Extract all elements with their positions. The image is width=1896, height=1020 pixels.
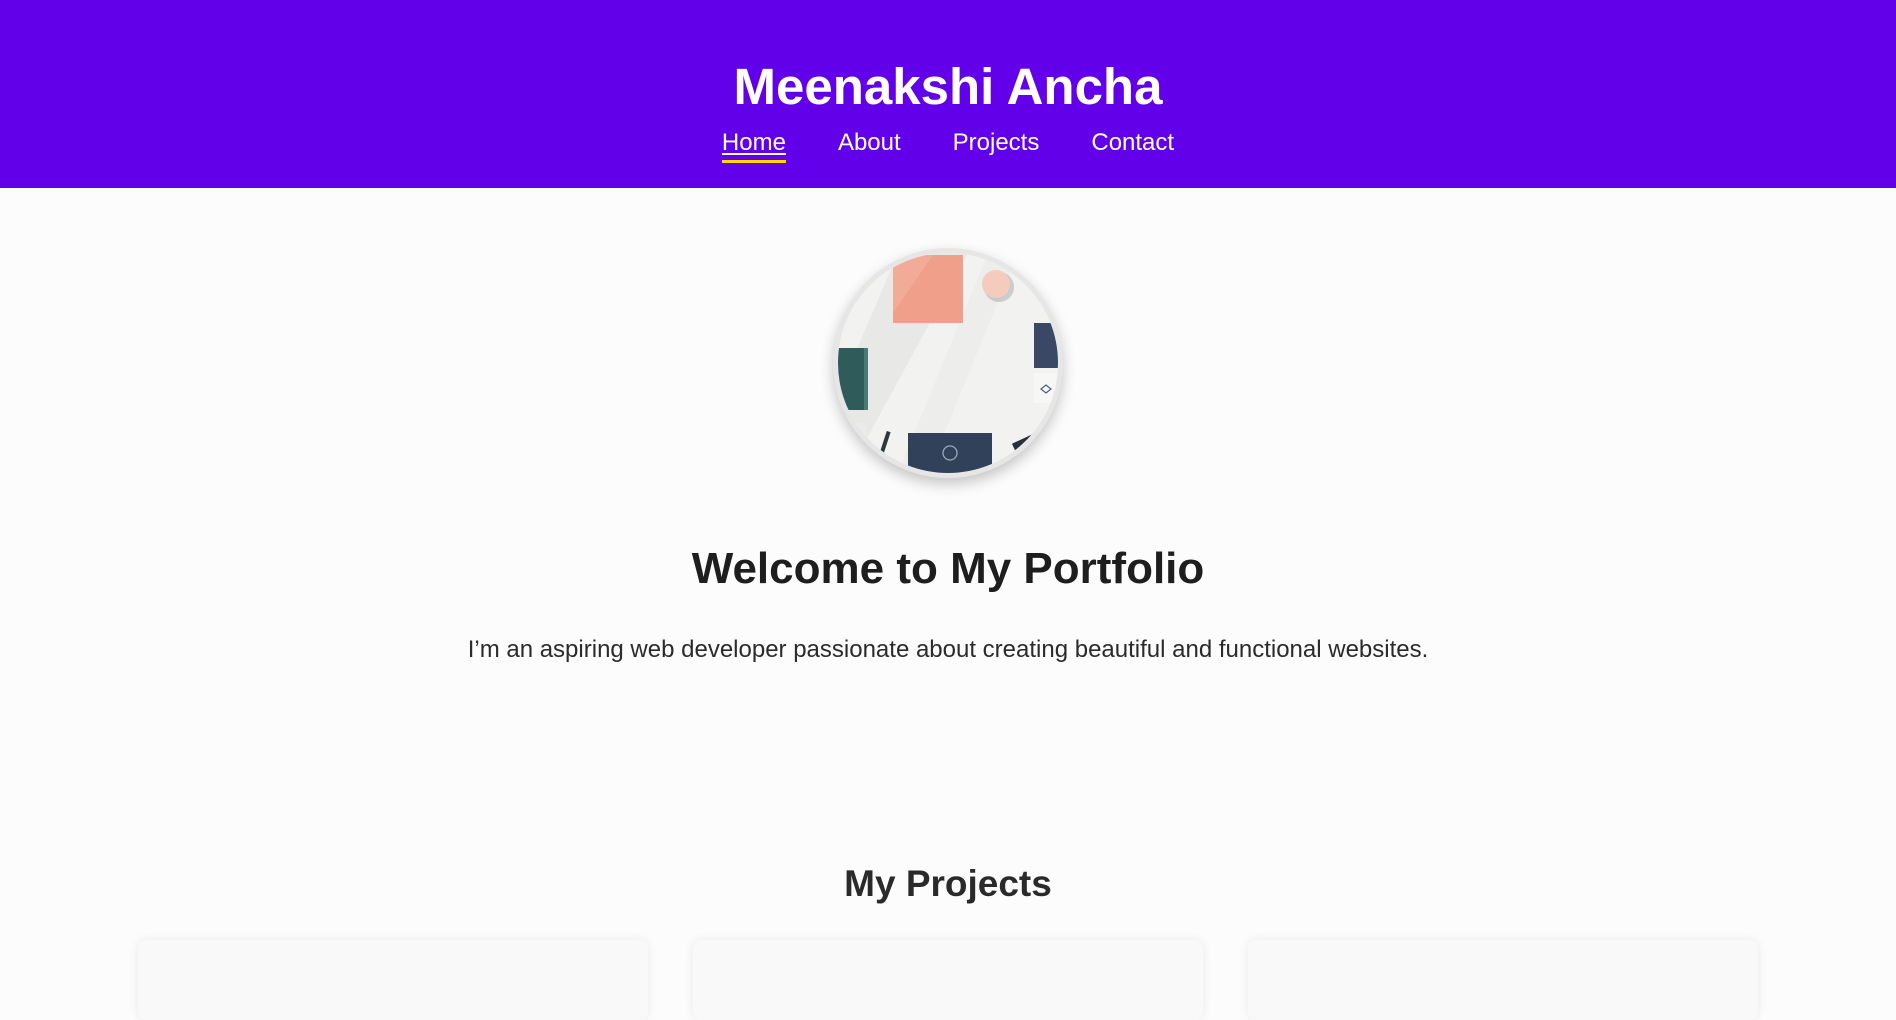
desk-flatlay-image — [838, 253, 1058, 473]
site-header: Meenakshi Ancha Home About Projects Cont… — [0, 0, 1896, 188]
project-card[interactable] — [1248, 940, 1758, 1020]
projects-title: My Projects — [844, 863, 1052, 904]
hero-description: I’m an aspiring web developer passionate… — [467, 636, 1429, 663]
main-nav: Home About Projects Contact — [0, 128, 1896, 163]
site-title: Meenakshi Ancha — [733, 58, 1163, 115]
nav-link-contact[interactable]: Contact — [1091, 128, 1174, 163]
project-card[interactable] — [693, 940, 1203, 1020]
hero-title: Welcome to My Portfolio — [691, 544, 1205, 593]
profile-image — [833, 248, 1063, 478]
nav-link-home[interactable]: Home — [721, 128, 786, 163]
hero-section: Welcome to My Portfolio I’m an aspiring … — [0, 188, 1896, 748]
nav-link-about[interactable]: About — [838, 128, 901, 163]
project-card[interactable] — [138, 940, 648, 1020]
nav-link-projects[interactable]: Projects — [953, 128, 1040, 163]
